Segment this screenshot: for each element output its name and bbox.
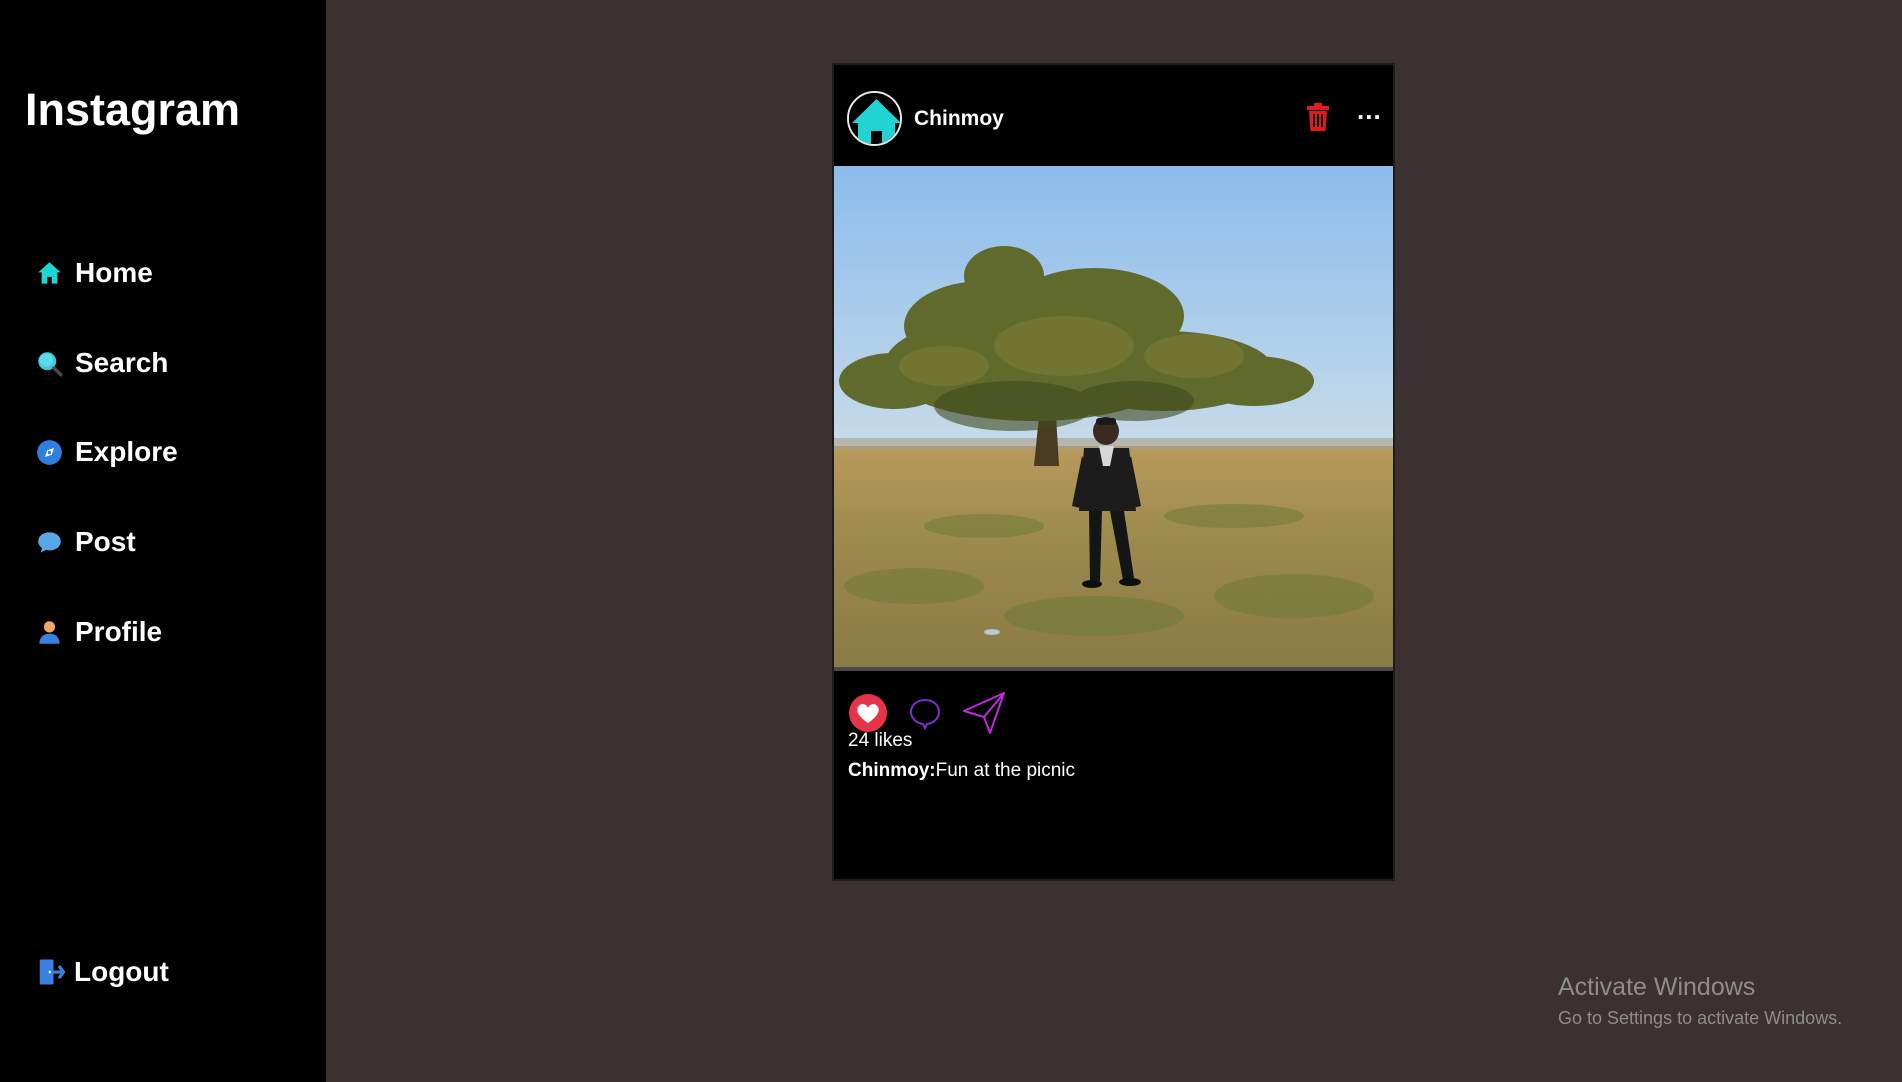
trash-icon[interactable] [1306, 103, 1330, 131]
home-icon [849, 93, 900, 144]
sidebar-item-label: Profile [75, 616, 163, 647]
likes-count: 24 likes [848, 730, 913, 751]
comment-icon [909, 698, 941, 731]
sidebar-item-label: Explore [75, 436, 178, 467]
caption-username[interactable]: Chinmoy: [848, 760, 936, 781]
home-icon [36, 260, 63, 287]
sidebar-item-profile[interactable]: Profile [36, 616, 162, 648]
sidebar-item-label: Search [75, 347, 169, 378]
watermark-subtitle: Go to Settings to activate Windows. [1558, 1008, 1843, 1028]
caption-text: Fun at the picnic [935, 760, 1076, 781]
post-actions [834, 677, 1393, 737]
share-button[interactable] [960, 689, 1008, 737]
send-icon [963, 692, 1005, 734]
chat-bubble-icon [36, 529, 63, 556]
avatar[interactable] [847, 91, 902, 146]
windows-activation-watermark: Activate Windows Go to Settings to activ… [1558, 973, 1842, 1029]
sidebar-item-search[interactable]: Search [36, 347, 168, 379]
more-options-button[interactable]: ... [1357, 95, 1382, 126]
search-icon [36, 350, 63, 377]
sidebar-item-explore[interactable]: Explore [36, 436, 178, 468]
sidebar: Instagram Home Search Explore Post Profi… [0, 0, 326, 1082]
sidebar-item-home[interactable]: Home [36, 257, 153, 289]
post-username[interactable]: Chinmoy [914, 107, 1004, 131]
brand-logo[interactable]: Instagram [25, 84, 240, 136]
post-header: Chinmoy ... [834, 65, 1393, 166]
logout-button[interactable]: Logout [36, 956, 169, 988]
sidebar-item-label: Home [75, 257, 153, 288]
watermark-title: Activate Windows [1558, 973, 1756, 1001]
sidebar-item-label: Post [75, 526, 136, 557]
post-caption: Chinmoy:Fun at the picnic [848, 760, 1075, 782]
photo-image [834, 166, 1393, 671]
heart-icon [849, 694, 887, 732]
user-icon [36, 619, 63, 646]
logout-icon [36, 957, 66, 987]
comment-button[interactable] [908, 697, 942, 731]
post-card: Chinmoy ... 24 likes Chinmoy:Fun at the … [832, 63, 1395, 881]
sidebar-item-post[interactable]: Post [36, 526, 136, 558]
compass-icon [36, 439, 63, 466]
logout-label: Logout [74, 956, 169, 987]
like-button[interactable] [848, 693, 888, 733]
post-photo[interactable] [834, 166, 1393, 671]
